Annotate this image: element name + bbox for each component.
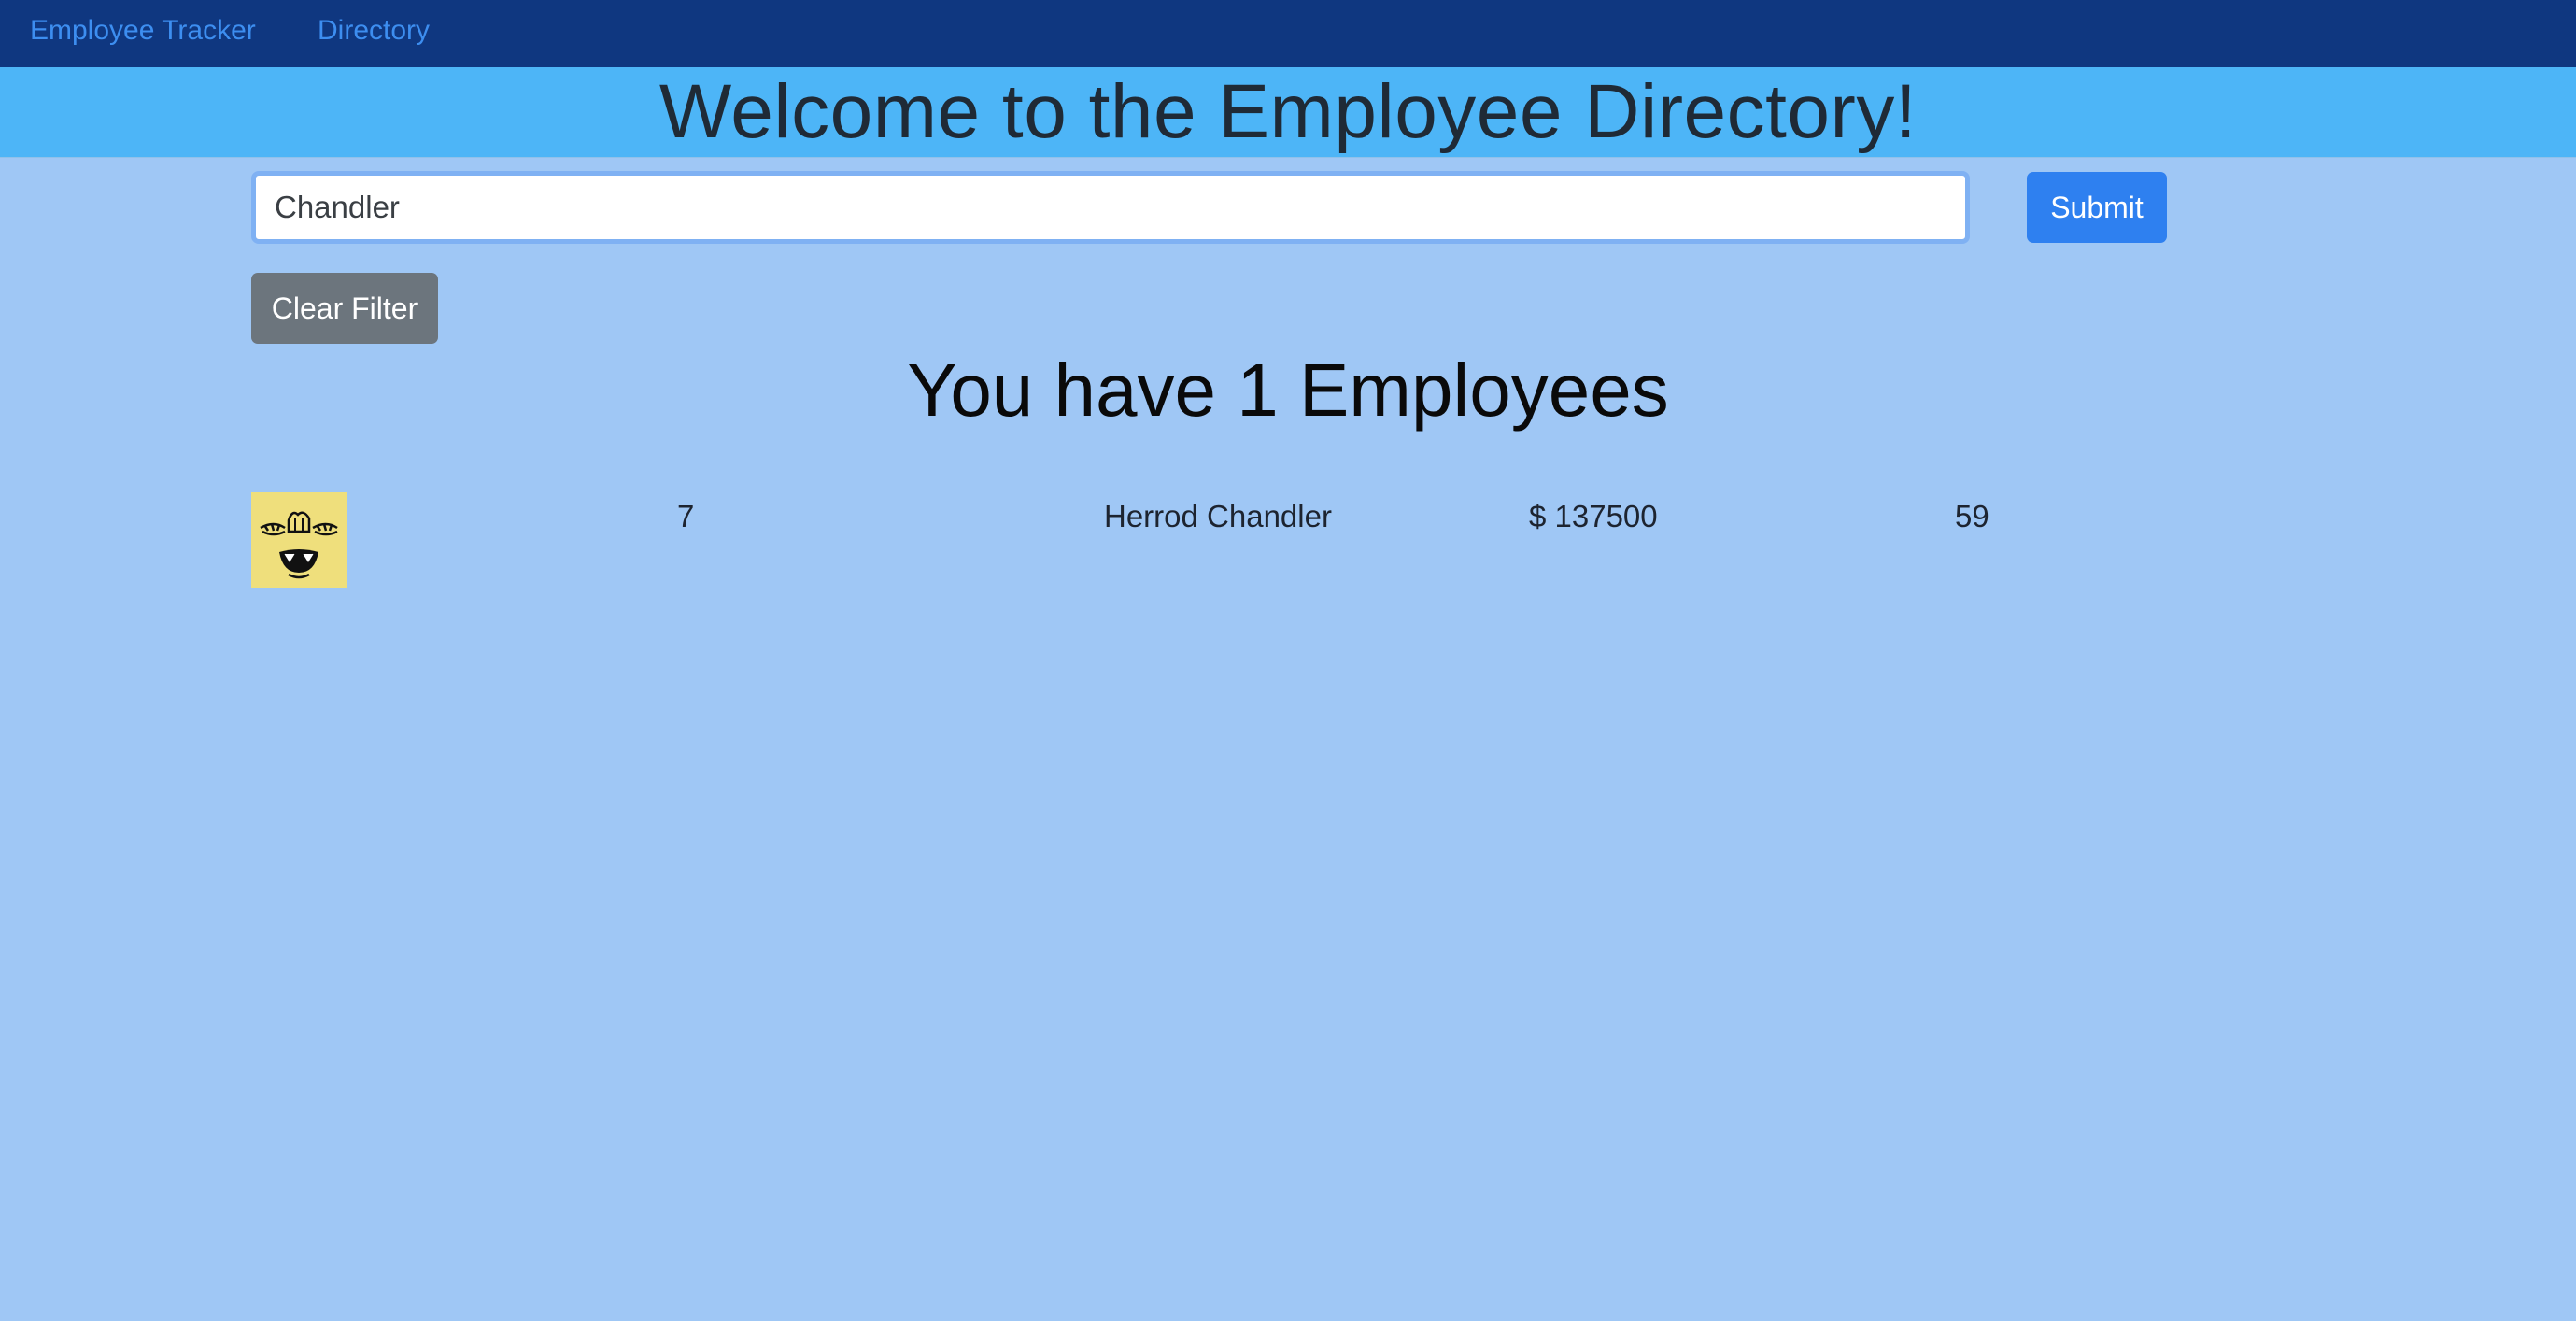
cartoon-face-icon [251,492,347,588]
nav-brand-link[interactable]: Employee Tracker [30,0,256,67]
employee-row: 7 Herrod Chandler $ 137500 59 [251,492,2325,588]
employee-age: 59 [1955,499,1989,533]
search-input[interactable] [251,171,1970,244]
employee-avatar [251,492,347,588]
employee-id: 7 [677,499,695,533]
welcome-banner: Welcome to the Employee Directory! [0,67,2576,158]
employee-name: Herrod Chandler [1104,499,1332,533]
employee-count-heading: You have 1 Employees [907,348,1669,432]
clear-filter-button[interactable]: Clear Filter [251,273,438,344]
nav-directory-link[interactable]: Directory [318,0,430,67]
employee-salary: $ 137500 [1529,499,1658,533]
top-navbar: Employee Tracker Directory [0,0,2576,67]
submit-button[interactable]: Submit [2027,172,2167,243]
page-title: Welcome to the Employee Directory! [658,69,1918,154]
